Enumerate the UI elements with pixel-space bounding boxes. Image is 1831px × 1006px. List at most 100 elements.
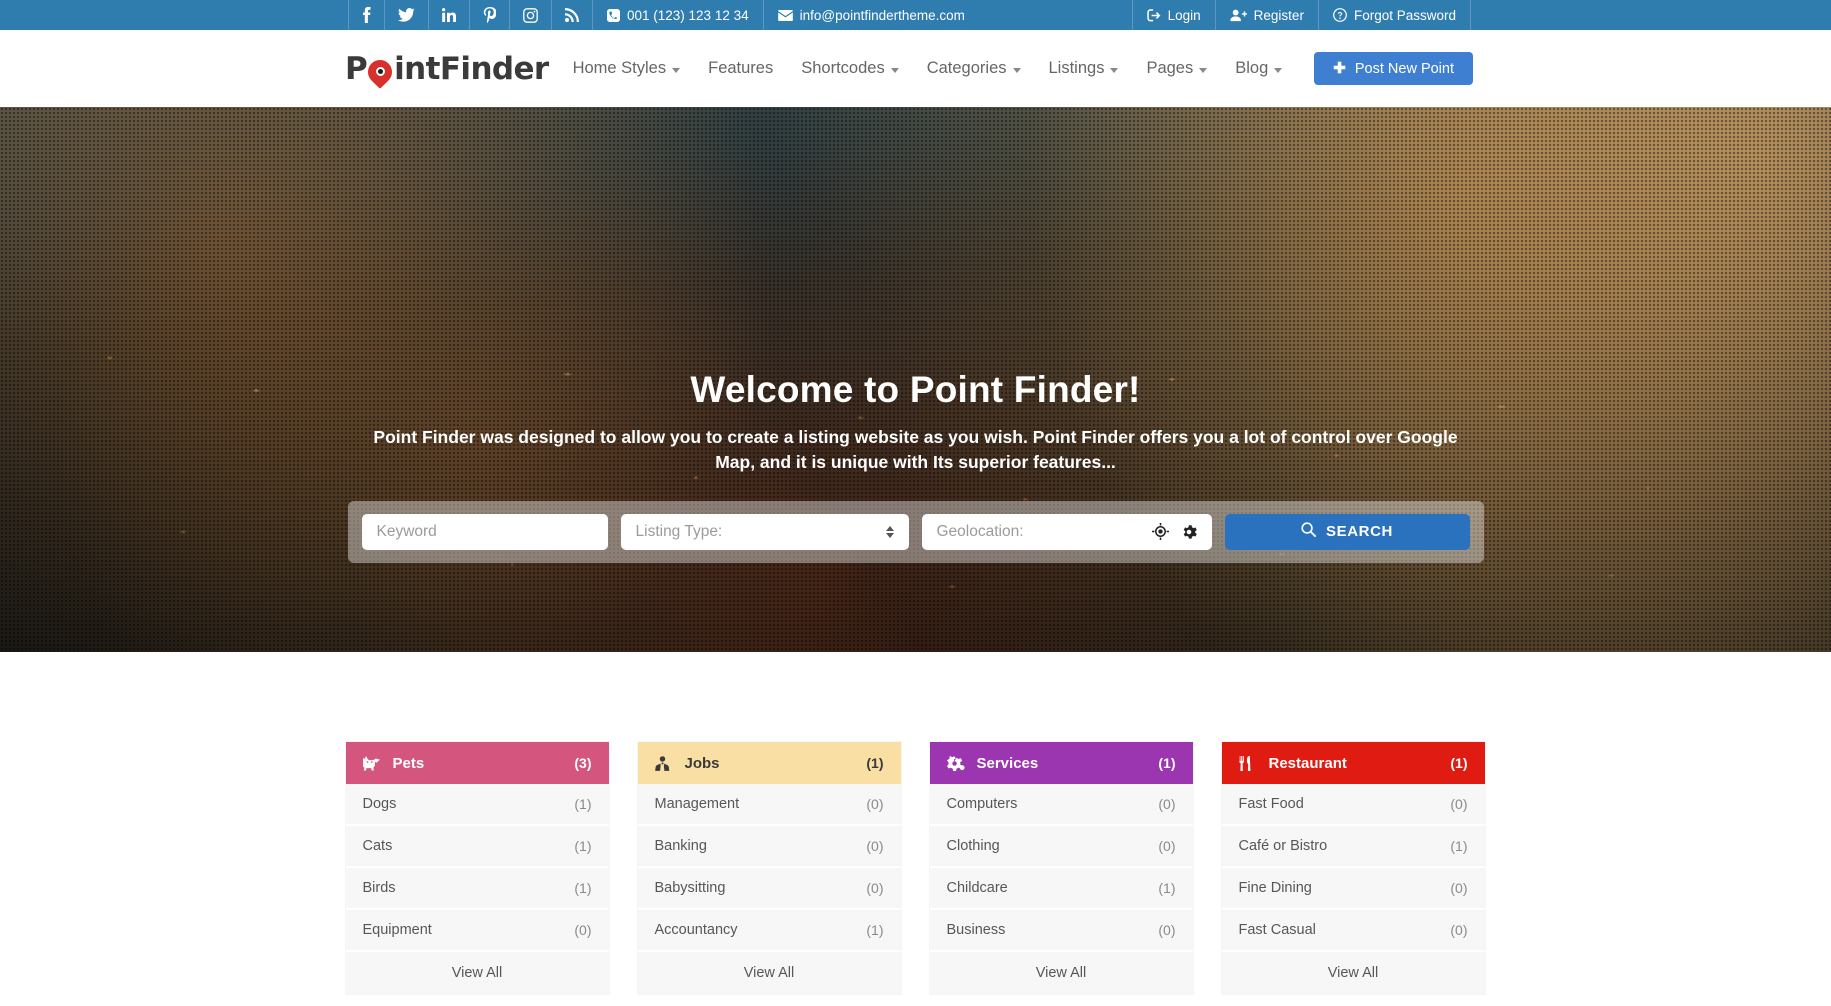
facebook-icon[interactable] <box>348 0 384 30</box>
category-title: Pets <box>392 754 425 772</box>
category-item[interactable]: Birds (1) <box>345 868 609 910</box>
user-tie-icon <box>654 755 677 771</box>
nav-label: Pages <box>1146 59 1194 77</box>
category-item[interactable]: Fast Food (0) <box>1221 784 1485 826</box>
forgot-password-label: Forgot Password <box>1353 7 1456 23</box>
twitter-icon[interactable] <box>384 0 428 30</box>
item-count: (1) <box>574 838 592 854</box>
category-item[interactable]: Café or Bistro (1) <box>1221 826 1485 868</box>
site-logo[interactable]: P int Finder <box>345 50 549 89</box>
search-button[interactable]: SEARCH <box>1224 513 1470 550</box>
register-link[interactable]: Register <box>1214 0 1318 30</box>
view-all-link[interactable]: View All <box>637 952 901 994</box>
nav-item-pages[interactable]: Pages <box>1132 59 1221 78</box>
category-item[interactable]: Dogs (1) <box>345 784 609 826</box>
item-count: (1) <box>574 796 592 812</box>
item-label: Dogs <box>362 796 397 812</box>
category-title: Restaurant <box>1268 754 1347 772</box>
view-all-link[interactable]: View All <box>345 952 609 994</box>
category-title: Services <box>976 754 1039 772</box>
item-label: Café or Bistro <box>1238 838 1328 854</box>
instagram-icon[interactable] <box>509 0 551 30</box>
item-count: (0) <box>1450 796 1468 812</box>
search-icon <box>1301 522 1317 541</box>
keyword-input[interactable]: Keyword <box>361 513 608 550</box>
hero-title: Welcome to Point Finder! <box>690 369 1141 410</box>
item-count: (1) <box>574 880 592 896</box>
nav-item-listings[interactable]: Listings <box>1035 59 1133 78</box>
item-label: Cats <box>362 838 393 854</box>
category-count: (1) <box>1450 755 1468 771</box>
category-item[interactable]: Babysitting (0) <box>637 868 901 910</box>
nav-item-home-styles[interactable]: Home Styles <box>559 59 695 78</box>
post-new-point-button[interactable]: ✚ Post New Point <box>1314 52 1473 85</box>
top-bar-right: Login Register Forgot Password <box>1131 0 1471 30</box>
category-header-restaurant[interactable]: Restaurant (1) <box>1221 742 1485 784</box>
item-label: Equipment <box>362 922 432 938</box>
utensils-icon <box>1238 755 1261 771</box>
category-item[interactable]: Business (0) <box>929 910 1193 952</box>
category-item[interactable]: Fast Casual (0) <box>1221 910 1485 952</box>
item-count: (0) <box>1158 838 1176 854</box>
nav-label: Features <box>708 59 774 77</box>
category-item[interactable]: Cats (1) <box>345 826 609 868</box>
nav-item-categories[interactable]: Categories <box>913 59 1035 78</box>
top-bar: 001 (123) 123 12 34 info@pointfinderthem… <box>0 0 1831 30</box>
listing-type-select[interactable]: Listing Type: <box>620 513 909 550</box>
email-address: info@pointfindertheme.com <box>799 7 965 23</box>
register-label: Register <box>1253 7 1304 23</box>
category-item[interactable]: Equipment (0) <box>345 910 609 952</box>
item-label: Babysitting <box>654 880 726 896</box>
question-circle-icon <box>1333 8 1347 22</box>
main-nav: Home Styles Features Shortcodes Categori… <box>559 59 1297 78</box>
category-item[interactable]: Banking (0) <box>637 826 901 868</box>
category-count: (3) <box>574 755 592 771</box>
forgot-password-link[interactable]: Forgot Password <box>1317 0 1471 30</box>
login-icon <box>1146 8 1161 22</box>
view-all-link[interactable]: View All <box>929 952 1193 994</box>
login-label: Login <box>1167 7 1201 23</box>
nav-item-blog[interactable]: Blog <box>1221 59 1296 78</box>
category-item[interactable]: Childcare (1) <box>929 868 1193 910</box>
phone-item[interactable]: 001 (123) 123 12 34 <box>592 0 763 30</box>
item-count: (1) <box>1450 838 1468 854</box>
plus-icon: ✚ <box>1333 60 1346 77</box>
listing-type-value: Listing Type: <box>635 522 723 540</box>
locate-me-icon[interactable] <box>1151 523 1169 541</box>
nav-item-shortcodes[interactable]: Shortcodes <box>787 59 912 78</box>
item-label: Birds <box>362 880 396 896</box>
category-item[interactable]: Clothing (0) <box>929 826 1193 868</box>
item-count: (0) <box>866 838 884 854</box>
email-item[interactable]: info@pointfindertheme.com <box>762 0 979 30</box>
view-all-link[interactable]: View All <box>1221 952 1485 994</box>
geolocation-placeholder: Geolocation: <box>936 522 1024 540</box>
chevron-down-icon <box>672 68 681 73</box>
category-cards: Pets (3) Dogs (1) Cats (1) Birds (1) Equ… <box>345 742 1486 994</box>
rss-icon[interactable] <box>551 0 592 30</box>
gear-icon[interactable] <box>1181 524 1197 540</box>
category-header-jobs[interactable]: Jobs (1) <box>637 742 901 784</box>
geolocation-input[interactable]: Geolocation: <box>921 513 1212 550</box>
category-item[interactable]: Accountancy (1) <box>637 910 901 952</box>
category-card-services: Services (1) Computers (0) Clothing (0) … <box>929 742 1193 994</box>
search-bar: Keyword Listing Type: Geolocation: SEARC… <box>347 500 1484 563</box>
chevron-down-icon <box>1274 68 1283 73</box>
category-item[interactable]: Fine Dining (0) <box>1221 868 1485 910</box>
nav-item-features[interactable]: Features <box>694 59 787 78</box>
category-header-services[interactable]: Services (1) <box>929 742 1193 784</box>
login-link[interactable]: Login <box>1131 0 1215 30</box>
category-card-restaurant: Restaurant (1) Fast Food (0) Café or Bis… <box>1221 742 1485 994</box>
category-title: Jobs <box>684 754 720 772</box>
category-item[interactable]: Computers (0) <box>929 784 1193 826</box>
item-label: Fast Food <box>1238 796 1304 812</box>
cat-icon <box>362 755 385 771</box>
item-count: (0) <box>866 796 884 812</box>
category-header-pets[interactable]: Pets (3) <box>345 742 609 784</box>
linkedin-icon[interactable] <box>428 0 469 30</box>
cogs-icon <box>946 755 969 771</box>
logo-text-finder: Finder <box>439 50 549 87</box>
pinterest-icon[interactable] <box>469 0 509 30</box>
category-item[interactable]: Management (0) <box>637 784 901 826</box>
item-label: Banking <box>654 838 707 854</box>
item-count: (0) <box>1158 922 1176 938</box>
